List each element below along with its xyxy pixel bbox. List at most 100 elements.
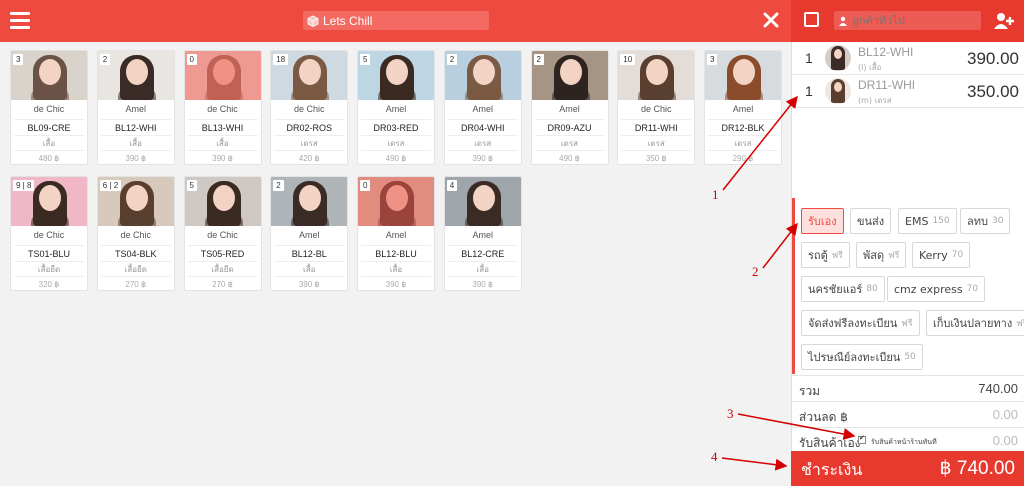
product-brand: Amel (732, 104, 754, 114)
product-card[interactable]: 4 Amel BL12-CRE เสื้อ 390 ฿ (443, 176, 522, 291)
total-row: รวม 740.00 (792, 375, 1024, 401)
shipping-option-fee: 70 (951, 250, 964, 260)
product-price: 390 ฿ (298, 280, 320, 289)
cart-item[interactable]: 1 BL12-WHI (l) เสื้อ 390.00 (792, 42, 1024, 75)
cart-item-variant: (m) เดรส (858, 96, 892, 105)
stock-count-badge: 2 (533, 54, 544, 65)
product-sku: DR04-WHI (447, 119, 518, 136)
cart-item-qty[interactable]: 1 (805, 50, 813, 66)
close-icon[interactable] (762, 11, 780, 29)
product-card[interactable]: 9 | 8 de Chic TS01-BLU เสื้อยืด 320 ฿ (10, 176, 88, 291)
product-category: เสื้อยืด (100, 262, 171, 277)
annotation-4: 4 (711, 449, 718, 464)
pickup-checkbox[interactable] (858, 434, 866, 444)
shipping-option[interactable]: cmz express 70 (887, 276, 986, 302)
discount-row[interactable]: ส่วนลด ฿ 0.00 (792, 401, 1024, 427)
hamburger-menu-icon[interactable] (10, 12, 30, 30)
product-category: เสื้อ (100, 136, 171, 151)
product-card[interactable]: 5 de Chic TS05-RED เสื้อยืด 270 ฿ (183, 176, 262, 291)
product-category: เดรส (708, 136, 778, 151)
product-sku: DR09-AZU (534, 119, 605, 136)
cart-item-amount: 350.00 (967, 82, 1019, 101)
product-sku: TS05-RED (187, 245, 258, 262)
shipping-option[interactable]: นครชัยแอร์ 80 (801, 276, 885, 302)
product-brand: de Chic (33, 104, 65, 114)
shipping-option-label: จัดส่งฟรีลงทะเบียน (808, 317, 898, 330)
cart-item-thumbnail (825, 78, 851, 104)
product-card[interactable]: 0 Amel BL12-BLU เสื้อ 390 ฿ (357, 176, 435, 291)
product-category: เดรส (361, 136, 431, 151)
add-user-icon[interactable] (993, 11, 1015, 31)
search-input[interactable] (323, 13, 483, 28)
product-brand: de Chic (207, 104, 238, 114)
shipping-option[interactable]: ลทบ 30 (960, 208, 1011, 234)
shipping-option[interactable]: พัสดุ ฟรี (856, 242, 907, 268)
stock-count-badge: 5 (186, 180, 197, 191)
annotation-arrow-4 (721, 457, 788, 471)
shipping-options: รับเอง ขนส่ง EMS 150 ลทบ 30 รถตู้ ฟรี พัสดุ ฟรี Ke… (792, 198, 1024, 374)
cart-item-variant: (l) เสื้อ (858, 63, 882, 72)
total-label: รวม (799, 384, 821, 398)
product-price: 270 ฿ (212, 280, 233, 289)
shipping-option-fee: ฟรี (831, 251, 843, 261)
product-card[interactable]: 6 | 2 de Chic TS04-BLK เสื้อยืด 270 ฿ (96, 176, 175, 291)
product-card[interactable]: 3 de Chic BL09-CRE เสื้อ 480 ฿ (10, 50, 88, 165)
shipping-option[interactable]: Kerry 70 (912, 242, 971, 268)
order-panel: 1 BL12-WHI (l) เสื้อ 390.00 1 DR11-WHI (m) เดร… (791, 42, 1024, 486)
customer-input[interactable] (852, 14, 977, 27)
pay-button[interactable]: ชำระเงิน ฿ 740.00 (791, 451, 1024, 486)
shipping-option-fee: 50 (904, 352, 916, 362)
product-brand: Amel (298, 230, 320, 240)
product-card[interactable]: 2 Amel BL12-WHI เสื้อ 390 ฿ (96, 50, 175, 165)
shipping-option-fee: 70 (966, 284, 979, 294)
search-box[interactable] (303, 11, 489, 30)
shipping-option[interactable]: จัดส่งฟรีลงทะเบียน ฟรี (801, 310, 920, 336)
product-brand: Amel (385, 104, 407, 114)
product-sku: TS01-BLU (14, 245, 84, 262)
product-category: เสื้อ (187, 136, 258, 151)
stock-count-badge: 10 (620, 54, 636, 65)
pickup-checkbox-label[interactable]: รับสินค้าหน้าร้านทันที (871, 437, 937, 448)
shipping-option[interactable]: ขนส่ง (850, 208, 892, 234)
shipping-option-label: พัสดุ (863, 249, 885, 262)
product-card[interactable]: 2 Amel DR09-AZU เดรส 490 ฿ (530, 50, 609, 165)
product-price: 350 ฿ (645, 154, 667, 163)
product-card[interactable]: 5 Amel DR03-RED เดรส 490 ฿ (357, 50, 435, 165)
annotation-2: 2 (752, 264, 759, 279)
product-card[interactable]: 2 Amel BL12-BL เสื้อ 390 ฿ (270, 176, 349, 291)
stock-count-badge: 18 (273, 54, 289, 65)
product-card[interactable]: 2 Amel DR04-WHI เดรส 390 ฿ (443, 50, 522, 165)
product-card[interactable]: 0 de Chic BL13-WHI เสื้อ 390 ฿ (183, 50, 262, 165)
shipping-option-label: นครชัยแอร์ (808, 283, 863, 296)
cart-item[interactable]: 1 DR11-WHI (m) เดรส 350.00 (792, 75, 1024, 108)
product-sku: DR11-WHI (621, 119, 692, 136)
cart-item-qty[interactable]: 1 (805, 83, 813, 99)
product-brand: Amel (125, 104, 146, 114)
product-card[interactable]: 18 de Chic DR02-ROS เดรส 420 ฿ (270, 50, 349, 165)
select-all-checkbox[interactable] (804, 12, 819, 27)
product-brand: Amel (385, 230, 407, 240)
shipping-option-label: รับเอง (808, 215, 837, 228)
product-card[interactable]: 10 de Chic DR11-WHI เดรส 350 ฿ (617, 50, 696, 165)
shipping-option[interactable]: ไปรษณีย์ลงทะเบียน 50 (801, 344, 923, 370)
product-price: 390 ฿ (125, 154, 147, 163)
product-card[interactable]: 3 Amel DR12-BLK เดรส 290 ฿ (704, 50, 782, 165)
shipping-option[interactable]: EMS 150 (898, 208, 957, 234)
shipping-option[interactable]: รับเอง (801, 208, 844, 234)
product-price: 290 ฿ (732, 154, 754, 163)
discount-value[interactable]: 0.00 (993, 407, 1018, 422)
shipping-option[interactable]: เก็บเงินปลายทางฟรี (926, 310, 1024, 336)
stock-count-badge: 9 | 8 (13, 180, 35, 191)
cart-item-thumbnail (825, 45, 851, 71)
product-price: 320 ฿ (38, 280, 60, 289)
product-brand: Amel (559, 104, 580, 114)
stock-count-badge: 2 (99, 54, 111, 65)
product-sku: TS04-BLK (100, 245, 171, 262)
shipping-option[interactable]: รถตู้ ฟรี (801, 242, 850, 268)
product-price: 490 ฿ (385, 154, 407, 163)
product-price: 390 ฿ (472, 154, 494, 163)
product-sku: BL13-WHI (187, 119, 258, 136)
customer-box[interactable] (834, 11, 981, 30)
stock-count-badge: 3 (13, 54, 24, 65)
product-sku: DR02-ROS (274, 119, 345, 136)
